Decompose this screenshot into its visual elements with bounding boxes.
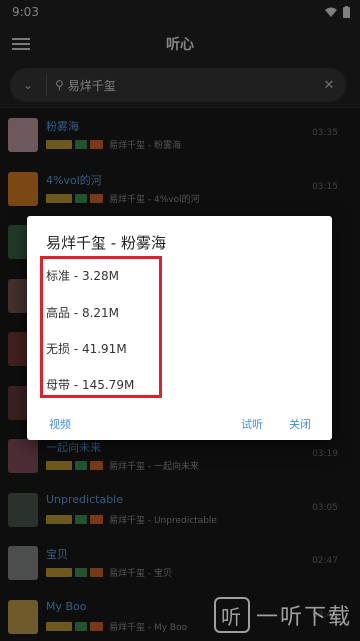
watermark-text: 一听下载 [255,605,352,630]
listen-button[interactable]: 试听 [241,416,263,432]
video-button[interactable]: 视频 [49,416,71,432]
quality-option-standard[interactable]: 标准 - 3.28M [46,267,119,284]
watermark: 听 一听下载 [213,597,352,633]
quality-option-lossless[interactable]: 无损 - 41.91M [46,340,127,357]
quality-option-master[interactable]: 母带 - 145.79M [46,376,134,393]
quality-option-high[interactable]: 高品 - 8.21M [46,304,119,321]
dialog-title: 易烊千玺 - 粉雾海 [46,234,166,252]
close-button[interactable]: 关闭 [289,416,311,432]
watermark-logo: 听 [213,597,250,633]
quality-dialog: 易烊千玺 - 粉雾海 标准 - 3.28M 高品 - 8.21M 无损 - 41… [27,216,332,440]
